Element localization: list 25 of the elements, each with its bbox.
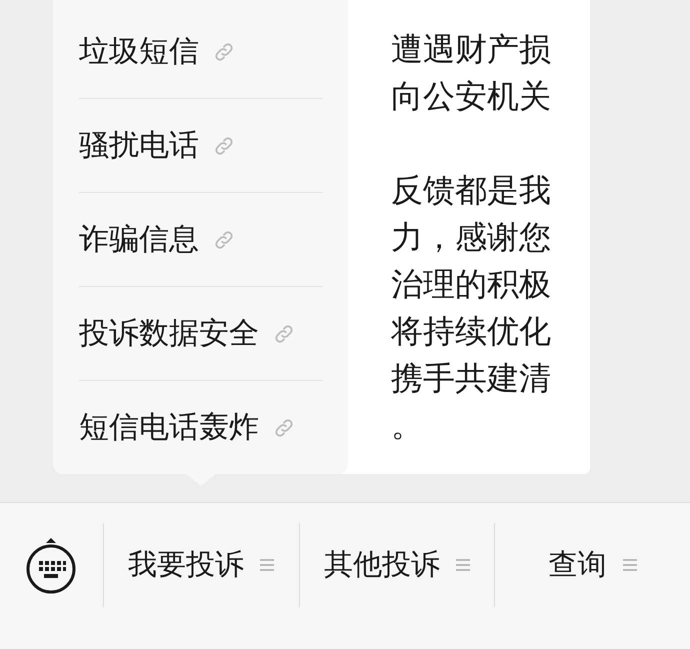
message-text: 力，感谢您 xyxy=(391,218,551,256)
menu-item[interactable]: 短信电话轰炸 xyxy=(79,381,323,474)
menu-item[interactable]: 骚扰电话 xyxy=(79,99,323,192)
message-text: 。 xyxy=(391,406,423,444)
menu-tab[interactable]: 查询 xyxy=(548,545,637,585)
message-text: 反馈都是我 xyxy=(391,171,551,209)
keyboard-icon[interactable] xyxy=(24,536,78,594)
menu-item[interactable]: 投诉数据安全 xyxy=(79,287,323,380)
menu-icon xyxy=(622,558,637,572)
message-text: 治理的积极 xyxy=(391,265,551,303)
menu-tab[interactable]: 我要投诉 xyxy=(128,545,274,585)
menu-tab[interactable]: 其他投诉 xyxy=(324,545,470,585)
link-icon xyxy=(213,134,235,156)
link-icon xyxy=(213,40,235,62)
menu-item[interactable]: 垃圾短信 xyxy=(79,5,323,98)
message-text: 将持续优化 xyxy=(391,312,551,350)
menu-icon xyxy=(260,558,274,572)
link-icon xyxy=(273,322,295,344)
menu-item[interactable]: 诈骗信息 xyxy=(79,193,323,286)
message-text: 携手共建清 xyxy=(391,359,551,397)
message-text: 遭遇财产损 xyxy=(391,30,551,68)
menu-icon xyxy=(456,558,470,572)
link-icon xyxy=(273,416,295,438)
message-text: 向公安机关 xyxy=(391,77,551,115)
link-icon xyxy=(213,228,235,250)
